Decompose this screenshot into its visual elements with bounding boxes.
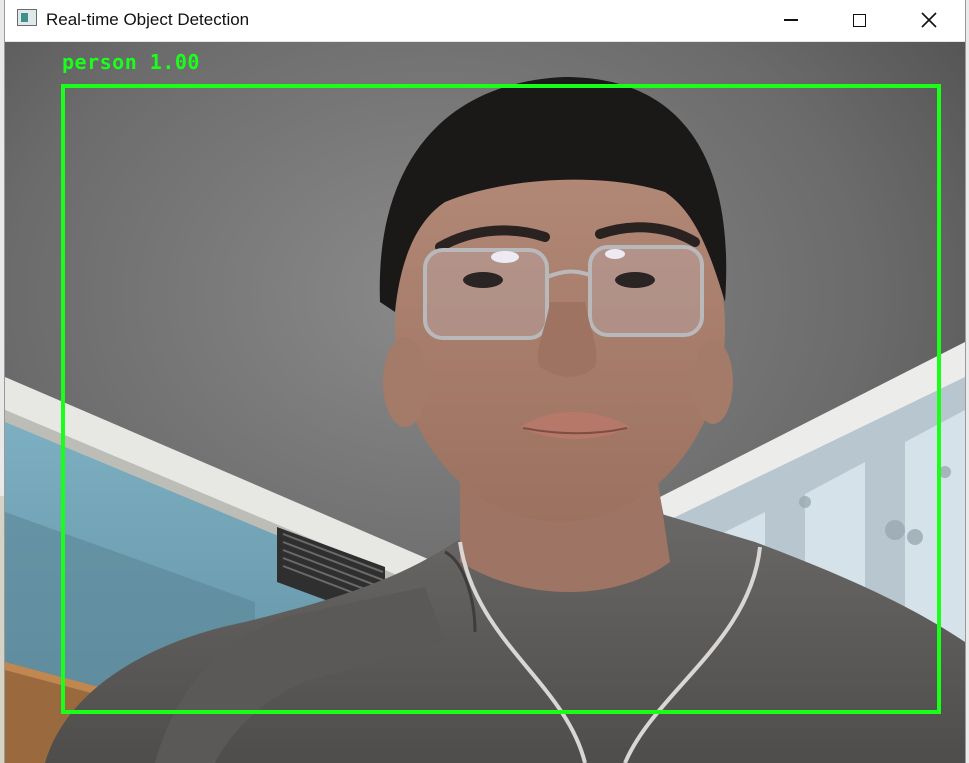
detection-bounding-box [61,84,941,714]
close-button[interactable] [903,0,955,40]
maximize-icon [852,13,866,27]
title-bar[interactable]: Real-time Object Detection [5,0,965,42]
minimize-button[interactable] [765,0,817,40]
window-title: Real-time Object Detection [46,10,250,29]
camera-viewport: person 1.00 [5,42,965,763]
minimize-icon [784,19,798,21]
maximize-button[interactable] [833,0,885,40]
detection-label: person 1.00 [62,50,200,74]
detection-window: Real-time Object Detection person 1.00 [5,0,965,763]
close-icon [921,12,937,28]
opencv-window-icon [17,9,37,26]
